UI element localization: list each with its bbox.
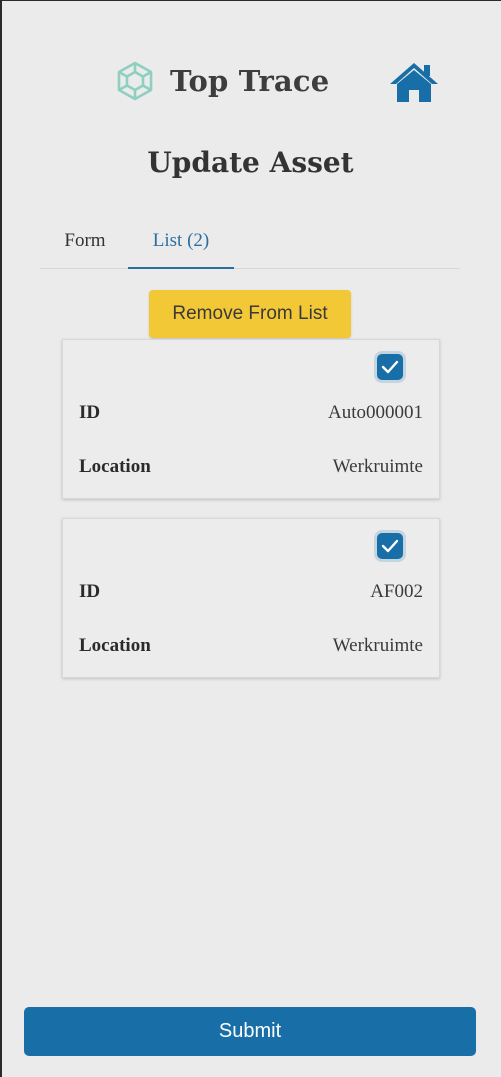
asset-id-value: AF002: [370, 581, 423, 602]
home-icon: [388, 60, 440, 104]
asset-id-label: ID: [79, 581, 101, 602]
checkmark-icon: [381, 360, 399, 374]
asset-location-value: Werkruimte: [332, 456, 423, 477]
asset-location-label: Location: [79, 635, 151, 656]
remove-from-list-button[interactable]: Remove From List: [149, 290, 351, 338]
tab-form[interactable]: Form: [44, 220, 126, 267]
checkmark-icon: [381, 539, 399, 553]
asset-location-label: Location: [79, 456, 151, 477]
submit-button[interactable]: Submit: [24, 1007, 476, 1056]
tab-list[interactable]: List (2): [128, 220, 234, 269]
asset-id-label: ID: [79, 402, 101, 423]
asset-location-value: Werkruimte: [332, 635, 423, 656]
asset-id-row: ID AF002: [79, 581, 423, 611]
app-header: Top Trace: [0, 56, 501, 112]
asset-select-checkbox[interactable]: [377, 533, 403, 559]
asset-card: ID Auto000001 Location Werkruimte: [62, 339, 440, 499]
tab-bar: Form List (2): [40, 220, 460, 269]
asset-id-value: Auto000001: [328, 402, 423, 423]
asset-select-checkbox[interactable]: [377, 354, 403, 380]
app-logo: Top Trace: [114, 60, 329, 102]
page-title: Update Asset: [147, 146, 354, 179]
cube-logo-icon: [114, 60, 156, 102]
asset-card: ID AF002 Location Werkruimte: [62, 518, 440, 678]
asset-location-row: Location Werkruimte: [79, 635, 423, 665]
asset-id-row: ID Auto000001: [79, 402, 423, 432]
home-button[interactable]: [388, 60, 440, 104]
app-name: Top Trace: [170, 64, 330, 98]
asset-location-row: Location Werkruimte: [79, 456, 423, 486]
